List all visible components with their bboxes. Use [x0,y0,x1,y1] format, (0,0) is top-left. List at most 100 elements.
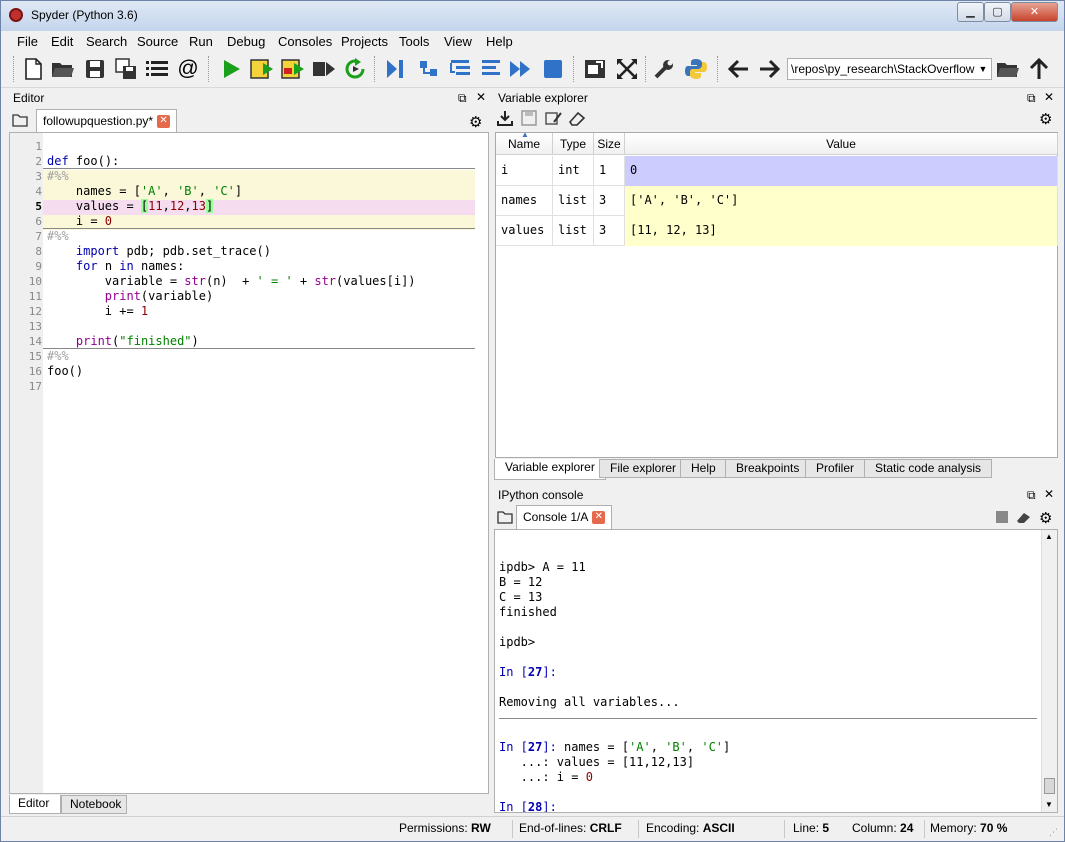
code-line: i = 0 [47,214,112,228]
run-cell-icon[interactable] [250,57,274,81]
tab-profiler[interactable]: Profiler [805,459,866,478]
tab-followupquestion[interactable]: followupquestion.py* ✕ [36,109,178,133]
status-value: 24 [900,821,914,835]
code-token: names = [ [47,184,141,198]
save-data-icon[interactable] [521,110,537,129]
undock-icon[interactable]: ⧉ [1027,91,1036,105]
eraser-icon[interactable] [1016,510,1032,527]
step-return-icon[interactable] [479,57,503,81]
var-value: 0 [625,156,1058,186]
close-tab-icon[interactable]: ✕ [592,511,606,525]
gear-icon[interactable]: ⚙ [1039,110,1052,128]
menu-consoles[interactable]: Consoles [278,34,332,49]
parent-directory-icon[interactable] [1027,57,1051,81]
code-token: str [314,274,337,288]
wrench-icon[interactable] [652,57,676,81]
maximize-pane-icon[interactable] [583,57,607,81]
fullscreen-icon[interactable] [615,57,639,81]
table-row[interactable]: values list 3 [11, 12, 13] [496,216,1058,246]
var-type: int [553,156,594,186]
tab-help[interactable]: Help [680,459,727,478]
tab-editor[interactable]: Editor [9,795,61,814]
step-icon[interactable] [417,57,441,81]
scroll-up-icon[interactable]: ▲ [1045,532,1053,541]
continue-icon[interactable] [509,57,533,81]
status-value: 5 [822,821,830,835]
column-header-type[interactable]: Type [553,133,594,155]
browse-tabs-icon[interactable] [497,510,513,524]
tab-static-code-analysis[interactable]: Static code analysis [864,459,993,478]
run-file-icon[interactable] [219,57,243,81]
close-pane-icon[interactable]: ✕ [1044,90,1054,104]
at-symbol-icon[interactable]: @ [176,57,200,81]
debug-icon[interactable] [384,57,408,81]
stop-kernel-icon[interactable] [996,511,1008,523]
code-token: n [97,259,120,273]
close-window-button[interactable]: ✕ [1011,2,1058,22]
open-file-icon[interactable] [51,57,75,81]
python-path-icon[interactable] [684,57,708,81]
var-size: 1 [594,156,625,186]
outline-list-icon[interactable] [145,57,169,81]
tab-breakpoints[interactable]: Breakpoints [725,459,811,478]
scrollbar-thumb[interactable] [1044,778,1055,794]
step-into-icon[interactable] [448,57,472,81]
save-all-icon[interactable] [114,57,138,81]
table-row[interactable]: names list 3 ['A', 'B', 'C'] [496,186,1058,216]
string: 'C' [701,740,724,754]
resize-grip-icon[interactable]: ⋰ [1049,827,1058,838]
column-header-value[interactable]: Value [625,133,1058,155]
menu-run[interactable]: Run [189,34,213,49]
undock-icon[interactable]: ⧉ [458,91,467,105]
run-selection-icon[interactable] [312,57,336,81]
maximize-button[interactable]: ▢ [984,2,1011,22]
eraser-icon[interactable] [568,110,587,129]
tab-variable-explorer[interactable]: Variable explorer [494,459,606,480]
menu-edit[interactable]: Edit [51,34,73,49]
scroll-down-icon[interactable]: ▼ [1045,800,1053,809]
stop-debug-icon[interactable] [541,57,565,81]
import-data-icon[interactable] [497,110,513,129]
rerun-icon[interactable] [343,57,367,81]
back-arrow-icon[interactable] [727,57,751,81]
toolbar-separator [374,56,375,82]
ipython-console[interactable]: ipdb> A = 11 B = 12 C = 13 finished ipdb… [494,529,1058,813]
close-pane-icon[interactable]: ✕ [476,90,486,104]
menu-help[interactable]: Help [486,34,513,49]
close-tab-icon[interactable]: ✕ [157,115,171,129]
browse-folder-icon[interactable] [996,57,1020,81]
tab-file-explorer[interactable]: File explorer [599,459,688,478]
console-separator [499,718,1037,719]
console-scrollbar[interactable]: ▲ ▼ [1041,530,1057,812]
menu-file[interactable]: File [17,34,38,49]
tab-notebook[interactable]: Notebook [61,795,127,814]
undock-icon[interactable]: ⧉ [1027,488,1036,502]
code-token: , [162,199,170,213]
editor-tab-bar: followupquestion.py* ✕ ⚙ [9,109,489,133]
save-data-as-icon[interactable] [545,110,563,129]
column-header-size[interactable]: Size [594,133,625,155]
browse-tabs-icon[interactable] [12,113,28,127]
tab-console-1a[interactable]: Console 1/A ✕ [516,505,613,529]
table-row[interactable]: i int 1 0 [496,156,1058,186]
menu-source[interactable]: Source [137,34,178,49]
save-file-icon[interactable] [83,57,107,81]
forward-arrow-icon[interactable] [757,57,781,81]
run-cell-advance-icon[interactable] [281,57,305,81]
gear-icon[interactable]: ⚙ [469,113,482,131]
working-directory-combo[interactable]: \repos\py_research\StackOverflow ▼ [787,58,992,80]
menu-tools[interactable]: Tools [399,34,429,49]
menu-view[interactable]: View [444,34,472,49]
code: ] [723,740,731,754]
close-pane-icon[interactable]: ✕ [1044,487,1054,501]
menu-debug[interactable]: Debug [227,34,265,49]
minimize-button[interactable]: ▁ [957,2,984,22]
window-title: Spyder (Python 3.6) [31,8,138,22]
gear-icon[interactable]: ⚙ [1039,509,1052,527]
line-number-current: 5 [35,200,42,213]
menu-projects[interactable]: Projects [341,34,388,49]
menu-search[interactable]: Search [86,34,127,49]
code-editor[interactable]: 1 2 3 4 5 6 7 8 9 10 11 12 13 14 15 16 1… [9,132,489,794]
chevron-down-icon[interactable]: ▼ [975,59,991,79]
new-file-icon[interactable] [21,57,45,81]
